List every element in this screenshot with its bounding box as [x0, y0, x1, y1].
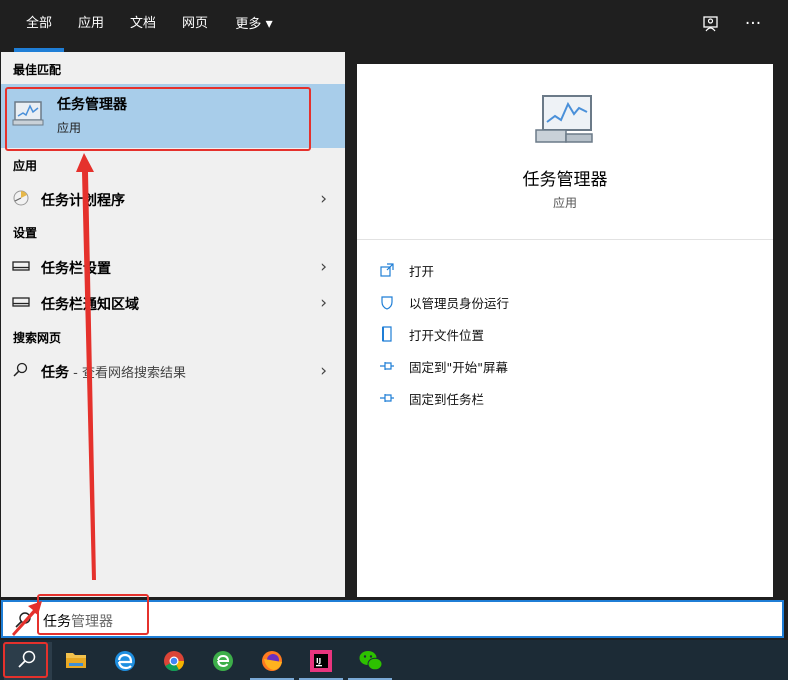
best-match-heading: 最佳匹配: [13, 63, 62, 77]
taskbar-firefox[interactable]: [248, 642, 296, 680]
edge-icon: [115, 651, 135, 671]
taskbar-icon: [12, 297, 30, 307]
tab-apps[interactable]: 应用: [70, 0, 112, 52]
taskbar-green-browser[interactable]: [199, 642, 247, 680]
pin-icon: [380, 394, 394, 402]
search-tabs-bar: 全部 应用 文档 网页 更多 ▾ ···: [0, 0, 788, 52]
tab-documents[interactable]: 文档: [122, 0, 164, 52]
preview-pane: 任务管理器 应用 打开 以管理员身份运行 打开文件位置 固定到"开始"屏幕 固定…: [357, 64, 773, 597]
preview-subtitle: 应用: [552, 196, 577, 210]
file-explorer-icon: [66, 653, 86, 668]
list-item-task-scheduler[interactable]: 任务计划程序 ›: [1, 181, 345, 215]
taskbar-icon: [12, 261, 30, 271]
web-search-suffix: - 查看网络搜索结果: [69, 366, 186, 381]
web-search-query: 任务: [41, 365, 69, 381]
action-pin-to-taskbar[interactable]: 固定到任务栏: [379, 388, 759, 408]
chevron-right-icon[interactable]: ›: [320, 189, 327, 209]
taskbar-file-explorer[interactable]: [52, 642, 100, 680]
wechat-icon: [359, 651, 383, 671]
action-label: 固定到"开始"屏幕: [409, 360, 508, 375]
taskbar-intellij[interactable]: IJ: [297, 642, 345, 680]
chevron-right-icon[interactable]: ›: [320, 293, 327, 313]
feedback-icon[interactable]: [700, 12, 722, 36]
task-scheduler-icon: [13, 190, 29, 206]
search-icon: [15, 612, 31, 628]
firefox-icon: [262, 651, 282, 671]
action-label: 打开文件位置: [409, 328, 485, 343]
list-item-label: 任务栏通知区域: [41, 297, 139, 313]
tab-web-label: 网页: [181, 16, 208, 31]
preview-header: 任务管理器 应用: [357, 64, 773, 240]
svg-text:IJ: IJ: [316, 657, 321, 665]
pin-icon: [380, 362, 394, 370]
list-item-notification-area[interactable]: 任务栏通知区域 ›: [1, 285, 345, 319]
action-pin-to-start[interactable]: 固定到"开始"屏幕: [379, 356, 759, 376]
taskbar-edge[interactable]: [101, 642, 149, 680]
chrome-icon: [164, 651, 185, 672]
shield-icon: [381, 296, 393, 310]
tab-more[interactable]: 更多 ▾: [226, 0, 282, 52]
chevron-right-icon[interactable]: ›: [320, 361, 327, 381]
tab-apps-label: 应用: [77, 16, 104, 31]
open-icon: [380, 263, 394, 277]
action-label: 打开: [409, 264, 435, 279]
settings-heading: 设置: [13, 226, 38, 240]
intellij-icon: IJ: [310, 650, 332, 672]
more-options-icon[interactable]: ···: [742, 12, 764, 36]
list-item-label: 任务 - 查看网络搜索结果: [41, 362, 186, 382]
action-label: 以管理员身份运行: [409, 296, 510, 311]
action-label: 固定到任务栏: [409, 392, 485, 407]
task-manager-large-icon: [535, 95, 593, 143]
action-open[interactable]: 打开: [379, 260, 759, 280]
highlight-box-best-match: [5, 87, 311, 151]
browser-green-icon: [213, 651, 233, 671]
apps-heading: 应用: [13, 159, 38, 173]
tab-all-label: 全部: [25, 16, 52, 31]
taskbar-chrome[interactable]: [150, 642, 198, 680]
taskbar: IJ: [0, 640, 788, 680]
search-icon: [13, 362, 28, 377]
action-run-as-admin[interactable]: 以管理员身份运行: [379, 292, 759, 312]
web-search-heading: 搜索网页: [13, 331, 62, 345]
tab-web[interactable]: 网页: [174, 0, 216, 52]
list-item-taskbar-settings[interactable]: 任务栏设置 ›: [1, 249, 345, 283]
highlight-box-search-text: [37, 594, 149, 635]
highlight-box-search-button: [3, 642, 48, 678]
taskbar-wechat[interactable]: [346, 642, 394, 680]
chevron-down-icon: ▾: [265, 16, 273, 32]
tab-all[interactable]: 全部: [14, 0, 64, 52]
tab-more-label: 更多: [235, 17, 262, 32]
list-item-label: 任务计划程序: [41, 193, 125, 209]
preview-title: 任务管理器: [522, 170, 608, 190]
list-item-web-search[interactable]: 任务 - 查看网络搜索结果 ›: [1, 353, 345, 387]
file-location-icon: [382, 326, 392, 342]
action-open-file-location[interactable]: 打开文件位置: [379, 324, 759, 344]
more-options-glyph: ···: [744, 14, 762, 34]
tab-documents-label: 文档: [129, 16, 156, 31]
chevron-right-icon[interactable]: ›: [320, 257, 327, 277]
list-item-label: 任务栏设置: [41, 261, 111, 277]
